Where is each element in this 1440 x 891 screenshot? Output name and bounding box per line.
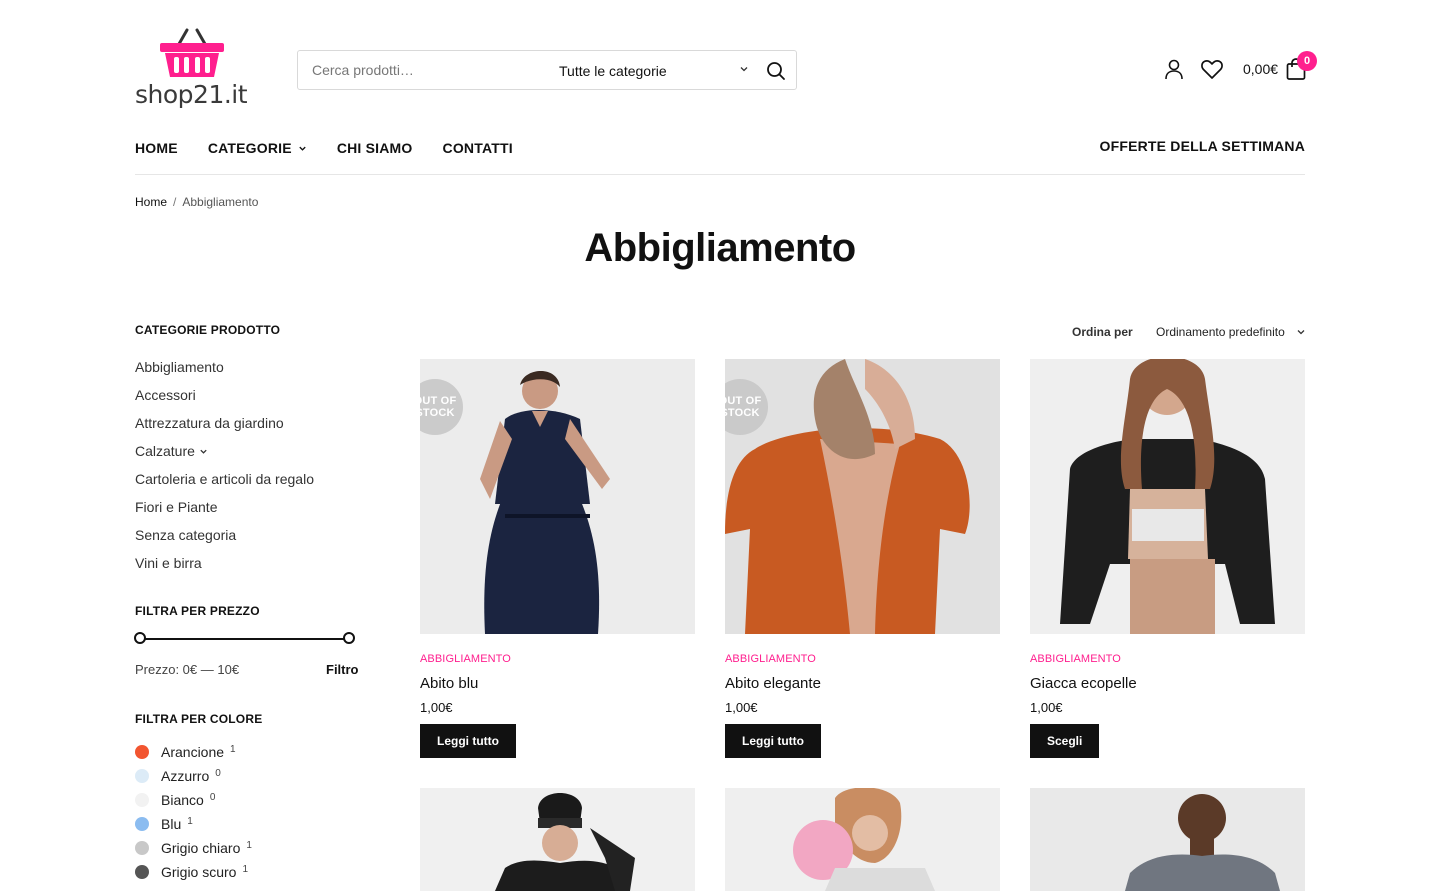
breadcrumb-home[interactable]: Home	[135, 195, 167, 209]
color-swatch	[135, 769, 149, 783]
nav-offerte[interactable]: OFFERTE DELLA SETTIMANA	[1099, 138, 1305, 154]
price-max-handle[interactable]	[343, 632, 355, 644]
nav-home[interactable]: HOME	[135, 138, 178, 158]
color-swatch	[135, 793, 149, 807]
category-list: Abbigliamento Accessori Attrezzatura da …	[135, 353, 314, 577]
sort-select[interactable]: Ordinamento predefinito	[1156, 325, 1285, 339]
breadcrumb-separator: /	[173, 195, 177, 209]
color-filter-item[interactable]: Azzurro 0	[135, 764, 252, 788]
search-icon[interactable]	[765, 60, 787, 82]
category-label: Calzature	[135, 443, 195, 459]
color-name: Azzurro	[161, 768, 210, 784]
color-swatch	[135, 745, 149, 759]
product-image[interactable]	[1030, 788, 1305, 891]
category-item[interactable]: Vini e birra	[135, 549, 314, 577]
nav-contatti[interactable]: CONTATTI	[443, 138, 513, 158]
nav-divider	[135, 174, 1305, 175]
product-name[interactable]: Abito blu	[420, 675, 478, 692]
logo-text: shop21.it	[135, 80, 248, 109]
heart-icon[interactable]	[1200, 58, 1224, 80]
color-filter-item[interactable]: Blu 1	[135, 812, 252, 836]
category-item[interactable]: Cartoleria e articoli da regalo	[135, 465, 314, 493]
category-select[interactable]: Tutte le categorie	[559, 63, 667, 79]
color-filter-item[interactable]: Bianco 0	[135, 788, 252, 812]
product-image[interactable]	[725, 788, 1000, 891]
category-item[interactable]: Fiori e Piante	[135, 493, 314, 521]
product-image[interactable]	[420, 788, 695, 891]
breadcrumb: Home / Abbigliamento	[135, 195, 258, 209]
category-item[interactable]: Accessori	[135, 381, 314, 409]
category-item[interactable]: Senza categoria	[135, 521, 314, 549]
product-image[interactable]	[1030, 359, 1305, 634]
color-count: 0	[209, 791, 216, 803]
read-more-button[interactable]: Leggi tutto	[420, 724, 516, 758]
color-count: 0	[215, 767, 221, 779]
chevron-down-icon[interactable]	[199, 447, 208, 456]
cart-count-badge: 0	[1297, 51, 1317, 71]
page-title: Abbigliamento	[584, 226, 856, 270]
main-nav: HOME CATEGORIE CHI SIAMO CONTATTI	[135, 138, 513, 158]
chevron-down-icon	[740, 67, 748, 72]
price-slider-track[interactable]	[140, 638, 350, 640]
product-price: 1,00€	[1030, 700, 1063, 715]
categories-heading: CATEGORIE PRODOTTO	[135, 323, 281, 337]
category-item[interactable]: Attrezzatura da giardino	[135, 409, 314, 437]
chevron-down-icon	[299, 146, 306, 151]
product-image[interactable]: OUT OF STOCK	[725, 359, 1000, 634]
basket-logo-icon	[160, 28, 224, 77]
color-name: Arancione	[161, 744, 225, 760]
price-range-text: Prezzo: 0€ — 10€	[135, 662, 240, 677]
price-min-handle[interactable]	[134, 632, 146, 644]
search-input[interactable]	[312, 60, 542, 80]
product-name[interactable]: Giacca ecopelle	[1030, 675, 1137, 692]
sort-label: Ordina per	[1072, 325, 1133, 339]
product-category[interactable]: ABBIGLIAMENTO	[420, 653, 511, 665]
read-more-button[interactable]: Leggi tutto	[725, 724, 821, 758]
breadcrumb-current: Abbigliamento	[182, 195, 259, 209]
search-bar: Tutte le categorie	[297, 50, 797, 90]
nav-chi-siamo[interactable]: CHI SIAMO	[337, 138, 413, 158]
color-count: 1	[187, 815, 193, 827]
filter-button[interactable]: Filtro	[326, 662, 359, 677]
category-item-calzature[interactable]: Calzature	[135, 437, 314, 465]
color-swatch	[135, 865, 149, 879]
product-price: 1,00€	[725, 700, 758, 715]
color-swatch	[135, 841, 149, 855]
color-filter-item[interactable]: Arancione 1	[135, 740, 252, 764]
user-icon[interactable]	[1163, 58, 1185, 80]
product-category[interactable]: ABBIGLIAMENTO	[725, 653, 816, 665]
price-filter-heading: FILTRA PER PREZZO	[135, 604, 260, 618]
category-item[interactable]: Abbigliamento	[135, 353, 314, 381]
color-count: 1	[230, 743, 236, 755]
product-price: 1,00€	[420, 700, 453, 715]
color-name: Grigio chiaro	[161, 840, 241, 856]
nav-categorie[interactable]: CATEGORIE	[208, 138, 307, 158]
cart-total[interactable]: 0,00€	[1243, 61, 1278, 77]
color-count: 1	[242, 863, 249, 875]
chevron-down-icon	[1297, 330, 1305, 335]
color-name: Bianco	[161, 792, 204, 808]
product-category[interactable]: ABBIGLIAMENTO	[1030, 653, 1121, 665]
product-image[interactable]: OUT OF STOCK	[420, 359, 695, 634]
color-filter-item[interactable]: Grigio scuro 1	[135, 860, 252, 884]
color-filter-heading: FILTRA PER COLORE	[135, 712, 263, 726]
nav-categorie-label: CATEGORIE	[207, 140, 292, 156]
color-filter-item[interactable]: Grigio chiaro 1	[135, 836, 252, 860]
color-list: Arancione 1 Azzurro 0 Bianco 0 Blu 1 Grigio chia…	[135, 740, 252, 884]
choose-button[interactable]: Scegli	[1030, 724, 1100, 758]
color-name: Blu	[161, 816, 182, 832]
color-swatch	[135, 817, 149, 831]
color-name: Grigio scuro	[161, 864, 237, 880]
color-count: 1	[246, 839, 252, 851]
product-name[interactable]: Abito elegante	[725, 675, 821, 692]
site-logo[interactable]: shop21.it	[135, 28, 250, 112]
